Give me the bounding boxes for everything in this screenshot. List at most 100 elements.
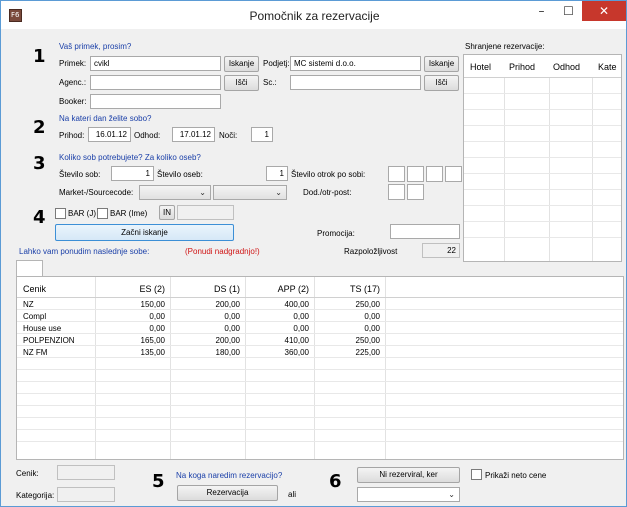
row-3-ts[interactable]: 250,00 bbox=[316, 336, 380, 345]
row-2-cenik[interactable]: House use bbox=[23, 324, 61, 333]
row-1-es[interactable]: 0,00 bbox=[97, 312, 165, 321]
or-label: ali bbox=[288, 490, 297, 499]
arrival-date-input[interactable]: 16.01.12 bbox=[88, 127, 131, 142]
step-5-number: 5 bbox=[152, 471, 165, 492]
booker-input[interactable] bbox=[90, 94, 221, 109]
upgrade-hint: (Ponudi nadgradnjo!) bbox=[185, 247, 260, 256]
sc-label: Sc.: bbox=[263, 78, 277, 87]
col-ds[interactable]: DS (1) bbox=[172, 284, 240, 294]
row-0-ds[interactable]: 200,00 bbox=[172, 300, 240, 309]
primek-search-button[interactable]: Iskanje bbox=[224, 56, 259, 72]
cenik-input bbox=[57, 465, 115, 480]
row-3-app[interactable]: 410,00 bbox=[247, 336, 309, 345]
primek-input[interactable]: cvikl bbox=[90, 56, 221, 71]
row-2-ds[interactable]: 0,00 bbox=[172, 324, 240, 333]
row-4-app[interactable]: 360,00 bbox=[247, 348, 309, 357]
promotion-input[interactable] bbox=[390, 224, 460, 239]
chevron-down-icon: ⌄ bbox=[275, 188, 282, 197]
no-reservation-reason-select[interactable]: ⌄ bbox=[357, 487, 460, 502]
row-0-cenik[interactable]: NZ bbox=[23, 300, 34, 309]
odhod-label: Odhod: bbox=[134, 131, 161, 140]
maximize-button[interactable]: ☐ bbox=[555, 1, 582, 21]
row-1-ts[interactable]: 0,00 bbox=[316, 312, 380, 321]
extra-bed-1[interactable] bbox=[388, 184, 405, 200]
child-age-4[interactable] bbox=[445, 166, 462, 182]
in-input[interactable] bbox=[177, 205, 234, 220]
market-label: Market-/Sourcecode: bbox=[59, 188, 134, 197]
reservation-button[interactable]: Rezervacija bbox=[177, 485, 278, 501]
podjetje-search-button[interactable]: Iskanje bbox=[424, 56, 459, 72]
sc-input[interactable] bbox=[290, 75, 421, 90]
sc-search-button[interactable]: Išči bbox=[424, 75, 459, 91]
saved-reservations-grid[interactable]: Hotel Prihod Odhod Kate bbox=[463, 54, 622, 262]
saved-col-odhod[interactable]: Odhod bbox=[553, 62, 580, 72]
source-select[interactable]: ⌄ bbox=[213, 185, 287, 200]
step-4-number: 4 bbox=[33, 207, 46, 228]
child-age-1[interactable] bbox=[388, 166, 405, 182]
col-ts[interactable]: TS (17) bbox=[316, 284, 380, 294]
step-6-number: 6 bbox=[329, 471, 342, 492]
agenc-search-button[interactable]: Išči bbox=[224, 75, 259, 91]
extra-bed-2[interactable] bbox=[407, 184, 424, 200]
minimize-button[interactable]: – bbox=[528, 1, 555, 21]
promocija-label: Promocija: bbox=[317, 229, 355, 238]
rooms-grid[interactable]: Cenik ES (2) DS (1) APP (2) TS (17) NZ 1… bbox=[16, 276, 624, 460]
podjetje-input[interactable]: MC sistemi d.o.o. bbox=[290, 56, 421, 71]
saved-col-prihod[interactable]: Prihod bbox=[509, 62, 535, 72]
step-2-number: 2 bbox=[33, 117, 46, 138]
row-0-es[interactable]: 150,00 bbox=[97, 300, 165, 309]
chevron-down-icon: ⌄ bbox=[199, 188, 206, 197]
market-select[interactable]: ⌄ bbox=[139, 185, 211, 200]
kategorija-input bbox=[57, 487, 115, 502]
col-cenik[interactable]: Cenik bbox=[23, 284, 46, 294]
row-2-es[interactable]: 0,00 bbox=[97, 324, 165, 333]
net-prices-checkbox[interactable] bbox=[471, 469, 482, 480]
child-age-2[interactable] bbox=[407, 166, 424, 182]
title-bar: Pomočnik za rezervacije – ☐ ✕ bbox=[1, 1, 626, 29]
row-4-es[interactable]: 135,00 bbox=[97, 348, 165, 357]
rooms-tab[interactable] bbox=[16, 260, 43, 277]
saved-col-hotel[interactable]: Hotel bbox=[470, 62, 491, 72]
saved-col-kategorija[interactable]: Kate bbox=[598, 62, 617, 72]
chevron-down-icon: ⌄ bbox=[448, 490, 455, 499]
row-1-ds[interactable]: 0,00 bbox=[172, 312, 240, 321]
primek-label: Primek: bbox=[59, 59, 87, 68]
rooms-count-input[interactable]: 1 bbox=[111, 166, 154, 181]
cenik-label: Cenik: bbox=[16, 469, 39, 478]
row-1-cenik[interactable]: Compl bbox=[23, 312, 46, 321]
row-2-ts[interactable]: 0,00 bbox=[316, 324, 380, 333]
nights-input[interactable]: 1 bbox=[251, 127, 273, 142]
section3-heading: Koliko sob potrebujete? Za koliko oseb? bbox=[59, 153, 201, 162]
no-reservation-button[interactable]: Ni rezerviral, ker bbox=[357, 467, 460, 483]
row-4-ds[interactable]: 180,00 bbox=[172, 348, 240, 357]
close-button[interactable]: ✕ bbox=[582, 1, 626, 21]
col-app[interactable]: APP (2) bbox=[247, 284, 309, 294]
booker-label: Booker: bbox=[59, 97, 87, 106]
start-search-button[interactable]: Začni iskanje bbox=[55, 224, 234, 241]
agenc-input[interactable] bbox=[90, 75, 221, 90]
kategorija-label: Kategorija: bbox=[16, 491, 55, 500]
persons-count-input[interactable]: 1 bbox=[266, 166, 288, 181]
row-1-app[interactable]: 0,00 bbox=[247, 312, 309, 321]
row-4-ts[interactable]: 225,00 bbox=[316, 348, 380, 357]
col-es[interactable]: ES (2) bbox=[97, 284, 165, 294]
row-3-es[interactable]: 165,00 bbox=[97, 336, 165, 345]
row-0-ts[interactable]: 250,00 bbox=[316, 300, 380, 309]
sob-label: Število sob: bbox=[59, 170, 101, 179]
bar-ime-label: BAR (Ime) bbox=[110, 209, 148, 218]
row-0-app[interactable]: 400,00 bbox=[247, 300, 309, 309]
in-button[interactable]: IN bbox=[159, 205, 175, 220]
row-3-ds[interactable]: 200,00 bbox=[172, 336, 240, 345]
child-age-3[interactable] bbox=[426, 166, 443, 182]
row-4-cenik[interactable]: NZ FM bbox=[23, 348, 47, 357]
noci-label: Noči: bbox=[219, 131, 238, 140]
saved-reservations-title: Shranjene rezervacije: bbox=[465, 42, 545, 51]
bar-ime-checkbox[interactable] bbox=[97, 208, 108, 219]
departure-date-input[interactable]: 17.01.12 bbox=[172, 127, 215, 142]
net-prices-label: Prikaži neto cene bbox=[485, 471, 547, 480]
row-3-cenik[interactable]: POLPENZION bbox=[23, 336, 75, 345]
bar-j-checkbox[interactable] bbox=[55, 208, 66, 219]
section1-heading: Vaš primek, prosim? bbox=[59, 42, 132, 51]
step-1-number: 1 bbox=[33, 46, 46, 67]
row-2-app[interactable]: 0,00 bbox=[247, 324, 309, 333]
